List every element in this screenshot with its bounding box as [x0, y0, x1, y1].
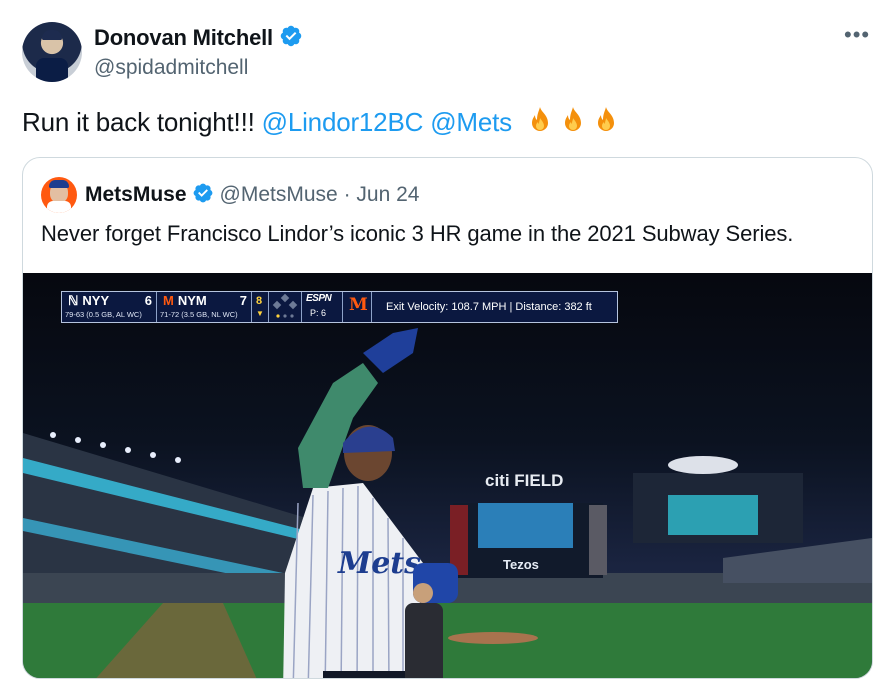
fire-emoji-icon	[531, 107, 548, 131]
network-logo: ESPN	[306, 293, 332, 304]
inning-arrow-icon: ▼	[256, 309, 264, 318]
tweet-text-body: Run it back tonight!!!	[22, 107, 255, 137]
quote-author-avatar[interactable]	[41, 177, 77, 213]
home-score: 7	[239, 293, 247, 308]
pitchers-mound	[448, 632, 538, 644]
verified-badge-icon	[193, 183, 212, 203]
pitch-count: P: 6	[310, 308, 327, 318]
scorebug-away: ℕ NYY 6 79-63 (0.5 GB, AL WC)	[62, 292, 157, 322]
home-record: 71-72 (3.5 GB, NL WC)	[160, 310, 238, 319]
avatar-cap	[42, 30, 62, 40]
author-handle[interactable]: @spidadmitchell	[94, 56, 248, 80]
meta-separator: ·	[343, 183, 351, 206]
home-team: NYM	[177, 293, 207, 308]
quote-author-name[interactable]: MetsMuse	[85, 183, 187, 206]
baseball-scene: citi FIELD Tezos Mets	[23, 328, 872, 678]
away-team: NYY	[82, 293, 110, 308]
mets-m-logo-icon: M	[349, 295, 368, 315]
author-name[interactable]: Donovan Mitchell	[94, 24, 303, 51]
tweet-text: Run it back tonight!!! @Lindor12BC @Mets	[22, 105, 624, 142]
mention-mets-link[interactable]: @Mets	[430, 107, 512, 137]
right-videoboard-screen	[668, 495, 758, 535]
scorebug-overlay: ℕ NYY 6 79-63 (0.5 GB, AL WC) M NYM 7 71-7…	[61, 291, 618, 323]
exit-velocity-text: Exit Velocity: 108.7 MPH | Distance: 382…	[386, 301, 592, 313]
author-avatar[interactable]	[22, 22, 82, 82]
right-floodlight	[668, 456, 738, 474]
scorebug-network: ESPN P: 6	[302, 292, 343, 322]
quote-author-line: MetsMuse @MetsMuse · Jun 24	[85, 182, 419, 207]
fire-emoji-icon	[564, 107, 581, 131]
right-stands	[723, 538, 872, 583]
fire-emoji-icon	[597, 107, 614, 131]
scorebug-home: M NYM 7 71-72 (3.5 GB, NL WC)	[157, 292, 252, 322]
inning-number: 8	[256, 295, 263, 307]
scoreboard-sign: Tezos	[503, 557, 539, 572]
away-score: 6	[144, 293, 152, 308]
quote-text: Never forget Francisco Lindor’s iconic 3…	[41, 221, 794, 246]
mention-lindor-link[interactable]: @Lindor12BC	[262, 107, 424, 137]
scoreboard-screen	[478, 503, 573, 548]
more-options-icon[interactable]: •••	[844, 22, 870, 48]
avatar-jersey	[47, 201, 71, 213]
quote-date[interactable]: Jun 24	[356, 183, 419, 206]
avatar-jersey	[36, 58, 68, 82]
bases-diamond-icon	[272, 293, 298, 318]
scorebug-bases	[269, 292, 302, 322]
away-record: 79-63 (0.5 GB, AL WC)	[65, 310, 142, 319]
stadium-sign: citi FIELD	[485, 471, 563, 490]
mets-logo-icon: M	[163, 293, 174, 308]
video-media[interactable]: citi FIELD Tezos Mets ℕ NYY 6 79-63 (0.5…	[23, 273, 872, 678]
scoreboard-panel-right	[589, 505, 607, 575]
author-name-text[interactable]: Donovan Mitchell	[94, 25, 273, 50]
scorebug-mets-logo: M	[343, 292, 372, 322]
verified-badge-icon	[280, 25, 302, 47]
avatar-cap	[49, 180, 69, 188]
quoted-tweet-card[interactable]: MetsMuse @MetsMuse · Jun 24 Never forget …	[22, 157, 873, 679]
scorebug-inning: 8 ▼	[252, 292, 269, 322]
jersey-lettering: Mets	[337, 546, 421, 581]
fire-emoji-group	[525, 105, 624, 142]
yankees-logo-icon: ℕ	[68, 293, 79, 308]
quote-author-handle[interactable]: @MetsMuse	[220, 183, 338, 206]
